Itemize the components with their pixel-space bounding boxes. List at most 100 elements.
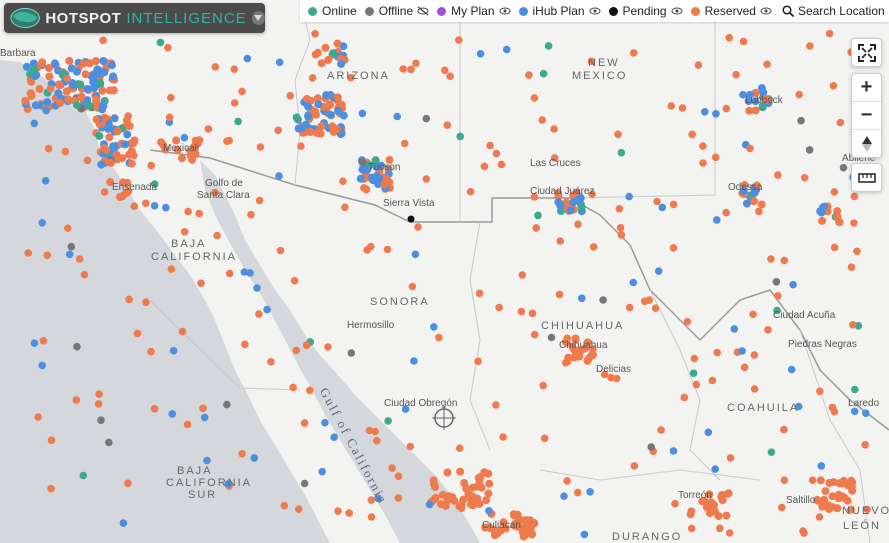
hotspot-marker[interactable]: [330, 433, 339, 442]
hotspot-marker[interactable]: [486, 141, 494, 150]
hotspot-marker[interactable]: [821, 487, 830, 496]
hotspot-marker[interactable]: [485, 507, 493, 515]
hotspot-marker[interactable]: [617, 231, 626, 239]
hotspot-marker[interactable]: [105, 438, 113, 447]
hotspot-marker[interactable]: [195, 209, 203, 218]
hotspot-marker[interactable]: [292, 346, 301, 355]
hotspot-marker[interactable]: [317, 130, 325, 138]
hotspot-marker[interactable]: [41, 177, 50, 185]
hotspot-marker[interactable]: [97, 416, 105, 425]
hotspot-marker[interactable]: [780, 425, 788, 434]
hotspot-marker[interactable]: [839, 163, 848, 172]
hotspot-marker[interactable]: [328, 122, 337, 130]
hotspot-marker[interactable]: [585, 354, 593, 363]
hotspot-marker[interactable]: [280, 501, 289, 510]
hotspot-marker[interactable]: [105, 133, 114, 142]
hotspot-marker[interactable]: [534, 211, 542, 220]
hotspot-marker[interactable]: [459, 495, 468, 504]
map-canvas[interactable]: [0, 0, 889, 543]
hotspot-marker[interactable]: [263, 305, 271, 314]
hotspot-marker[interactable]: [373, 436, 381, 445]
hotspot-marker[interactable]: [540, 434, 549, 443]
hotspot-marker[interactable]: [435, 333, 443, 342]
eye-icon[interactable]: [760, 6, 772, 16]
hotspot-marker[interactable]: [671, 499, 679, 508]
hotspot-marker[interactable]: [317, 122, 326, 131]
hotspot-marker[interactable]: [757, 84, 766, 93]
hotspot-marker[interactable]: [705, 509, 714, 518]
hotspot-marker[interactable]: [575, 352, 584, 361]
hotspot-marker[interactable]: [580, 530, 589, 539]
hotspot-marker[interactable]: [625, 303, 634, 312]
hotspot-marker[interactable]: [255, 310, 263, 318]
hotspot-marker[interactable]: [730, 325, 739, 333]
hotspot-marker[interactable]: [699, 142, 707, 150]
legend-ihub-plan[interactable]: iHub Plan: [518, 4, 601, 18]
hotspot-marker[interactable]: [499, 433, 507, 441]
hotspot-marker[interactable]: [334, 507, 342, 515]
hotspot-marker[interactable]: [303, 94, 311, 103]
hotspot-marker[interactable]: [689, 369, 698, 378]
hotspot-marker[interactable]: [554, 198, 563, 207]
hotspot-marker[interactable]: [441, 66, 449, 75]
hotspot-marker[interactable]: [46, 84, 55, 93]
hotspot-marker[interactable]: [67, 242, 76, 251]
hotspot-marker[interactable]: [345, 509, 354, 517]
hotspot-marker[interactable]: [795, 90, 803, 99]
hotspot-marker[interactable]: [72, 67, 81, 76]
hotspot-marker[interactable]: [550, 125, 558, 133]
hotspot-marker[interactable]: [321, 43, 330, 52]
hotspot-marker[interactable]: [657, 426, 665, 434]
hotspot-marker[interactable]: [521, 516, 530, 525]
hotspot-marker[interactable]: [73, 101, 81, 109]
hotspot-marker[interactable]: [109, 72, 118, 81]
hotspot-marker[interactable]: [630, 462, 639, 470]
hotspot-marker[interactable]: [480, 162, 489, 171]
hotspot-marker[interactable]: [825, 29, 834, 38]
hotspot-marker[interactable]: [530, 94, 539, 102]
hotspot-marker[interactable]: [65, 56, 74, 65]
hotspot-marker[interactable]: [241, 340, 249, 349]
hotspot-marker[interactable]: [829, 82, 838, 90]
hotspot-marker[interactable]: [34, 413, 42, 421]
hotspot-marker[interactable]: [772, 278, 781, 286]
hotspot-marker[interactable]: [625, 192, 633, 201]
hotspot-marker[interactable]: [64, 95, 73, 104]
hotspot-marker[interactable]: [133, 329, 142, 338]
hotspot-marker[interactable]: [63, 74, 71, 83]
eye-icon[interactable]: [589, 6, 601, 16]
hotspot-marker[interactable]: [286, 92, 295, 100]
hotspot-marker[interactable]: [815, 513, 824, 521]
hotspot-marker[interactable]: [835, 218, 844, 227]
hotspot-marker[interactable]: [654, 267, 663, 275]
hotspot-marker[interactable]: [573, 488, 582, 497]
hotspot-marker[interactable]: [513, 510, 522, 519]
hotspot-marker[interactable]: [520, 531, 529, 540]
hotspot-marker[interactable]: [347, 349, 356, 357]
hotspot-marker[interactable]: [306, 128, 315, 136]
hotspot-marker[interactable]: [455, 444, 464, 453]
hotspot-marker[interactable]: [168, 410, 177, 418]
hotspot-marker[interactable]: [787, 365, 796, 374]
hotspot-marker[interactable]: [694, 61, 703, 69]
hotspot-marker[interactable]: [247, 210, 255, 219]
hotspot-marker[interactable]: [847, 263, 856, 272]
hotspot-marker[interactable]: [95, 70, 104, 79]
hotspot-marker[interactable]: [563, 477, 571, 485]
hotspot-marker[interactable]: [692, 380, 701, 389]
hotspot-marker[interactable]: [456, 467, 465, 476]
hotspot-marker[interactable]: [54, 89, 63, 98]
hotspot-marker[interactable]: [539, 69, 548, 78]
hotspot-marker[interactable]: [26, 89, 35, 98]
hotspot-marker[interactable]: [240, 268, 249, 276]
hotspot-marker[interactable]: [183, 420, 192, 429]
hotspot-marker[interactable]: [560, 492, 568, 501]
hotspot-marker[interactable]: [125, 295, 133, 304]
hotspot-marker[interactable]: [455, 36, 463, 44]
hotspot-marker[interactable]: [341, 203, 349, 212]
hotspot-marker[interactable]: [678, 104, 687, 112]
hotspot-marker[interactable]: [112, 150, 121, 159]
hotspot-marker[interactable]: [577, 203, 586, 212]
hotspot-marker[interactable]: [314, 100, 323, 109]
hotspot-marker[interactable]: [780, 256, 789, 265]
